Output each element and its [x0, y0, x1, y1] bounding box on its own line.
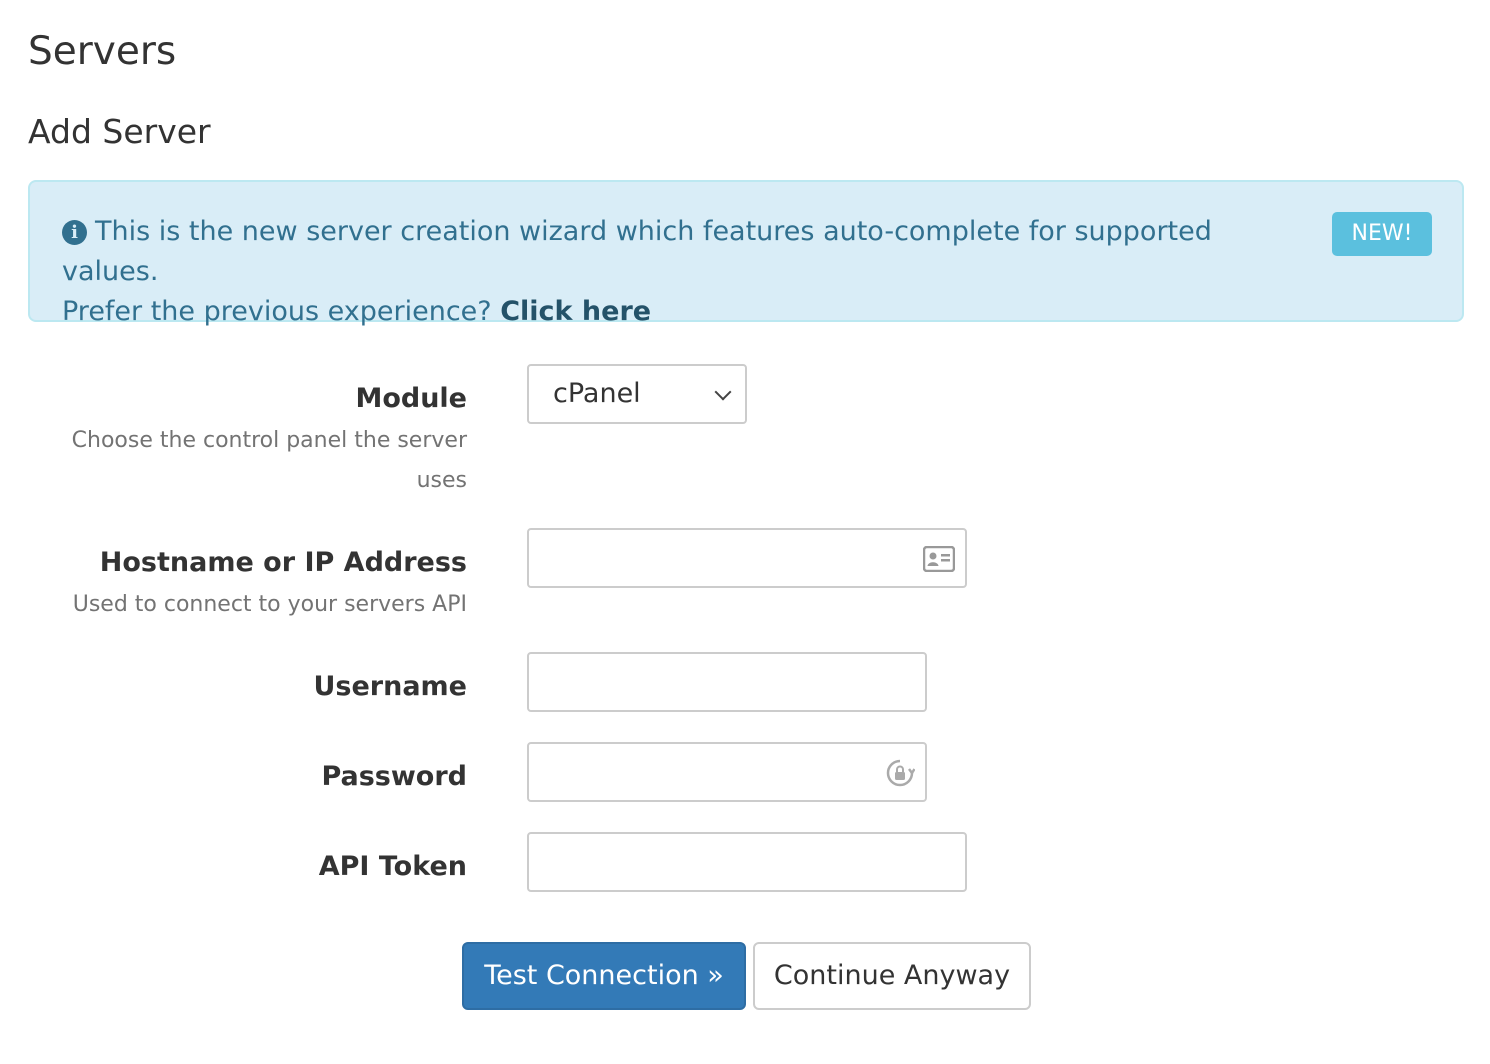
module-help-text: Choose the control panel the server uses — [27, 421, 467, 501]
module-help-line2: uses — [416, 468, 467, 493]
info-alert: i This is the new server creation wizard … — [28, 180, 1464, 327]
chevron-down-icon — [714, 383, 732, 401]
test-connection-button[interactable]: Test Connection » — [462, 942, 746, 1010]
module-select[interactable]: cPanel — [527, 364, 747, 424]
alert-text: i This is the new server creation wizard … — [62, 212, 1292, 332]
username-label: Username — [313, 671, 467, 702]
info-icon: i — [62, 220, 87, 245]
password-input[interactable] — [527, 742, 927, 802]
new-badge: NEW! — [1332, 212, 1432, 256]
continue-anyway-button[interactable]: Continue Anyway — [753, 942, 1031, 1010]
api-token-input[interactable] — [527, 832, 967, 892]
contact-card-icon[interactable] — [923, 546, 955, 572]
alert-prompt: Prefer the previous experience? — [62, 296, 492, 327]
alert-message: This is the new server creation wizard w… — [62, 216, 1212, 287]
module-help-line1: Choose the control panel the server — [71, 428, 467, 453]
password-label: Password — [321, 761, 467, 792]
click-here-link[interactable]: Click here — [500, 296, 651, 327]
api-token-label: API Token — [318, 851, 467, 882]
username-input[interactable] — [527, 652, 927, 712]
page-title: Servers — [28, 29, 177, 74]
password-manager-icon[interactable] — [885, 758, 915, 790]
module-select-value: cPanel — [553, 378, 641, 409]
section-title: Add Server — [28, 112, 211, 151]
module-label: Module — [355, 383, 467, 414]
hostname-help-text: Used to connect to your servers API — [72, 592, 467, 617]
hostname-label: Hostname or IP Address — [99, 547, 467, 578]
hostname-input[interactable] — [527, 528, 967, 588]
